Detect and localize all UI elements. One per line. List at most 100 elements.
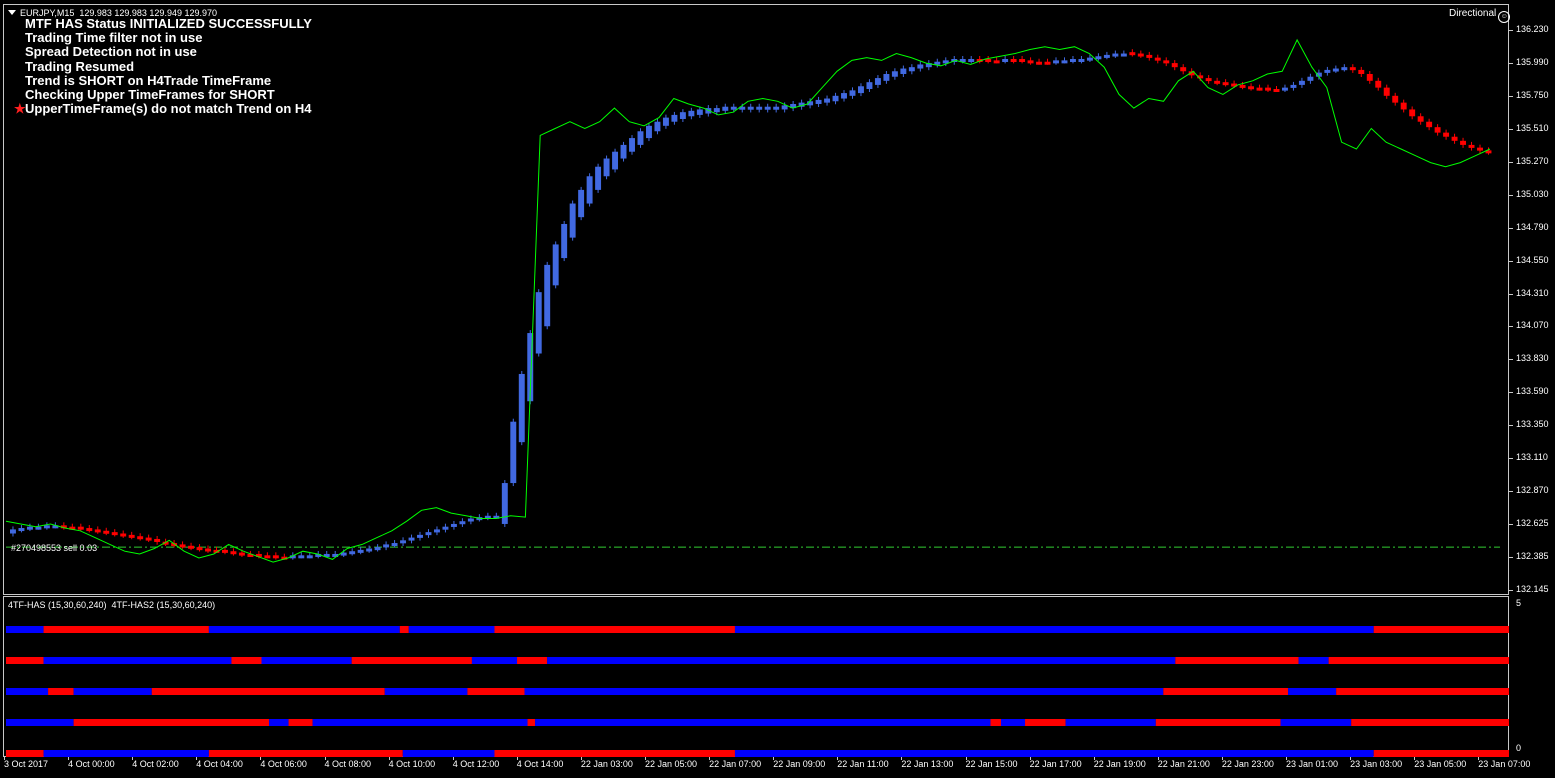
price-tick-label: 134.790 xyxy=(1516,221,1549,232)
trend-strip-segment xyxy=(524,688,1164,695)
heiken-ashi-candle xyxy=(1400,102,1407,110)
heiken-ashi-candle xyxy=(629,138,635,152)
price-tick-label: 135.030 xyxy=(1516,188,1549,199)
heiken-ashi-candle xyxy=(824,98,831,103)
heiken-ashi-candle xyxy=(450,523,457,527)
trend-strip-segment xyxy=(384,688,468,695)
trend-strip-segment xyxy=(1373,626,1509,633)
trend-strip-segment xyxy=(6,719,74,726)
heiken-ashi-candle xyxy=(467,518,474,522)
time-tick-mark xyxy=(196,757,198,760)
status-line-6: Checking Upper TimeFrames for SHORT xyxy=(25,87,275,103)
heiken-ashi-candle xyxy=(1332,68,1339,72)
heiken-ashi-candle xyxy=(646,125,652,139)
heiken-ashi-candle xyxy=(459,521,466,525)
expert-advisor-label[interactable]: Directional ☺ xyxy=(1449,8,1511,23)
heiken-ashi-candle xyxy=(1443,132,1450,137)
heiken-ashi-candle xyxy=(272,555,279,559)
heiken-ashi-candle xyxy=(442,526,449,530)
heiken-ashi-candle xyxy=(35,526,42,530)
trend-strip-segment xyxy=(734,750,1374,757)
heiken-ashi-candle xyxy=(1460,140,1467,145)
order-line-label[interactable]: #270498553 sell 0.03 xyxy=(11,543,97,553)
heiken-ashi-candle xyxy=(832,95,839,102)
time-tick-label: 22 Jan 09:00 xyxy=(773,759,826,769)
trend-strip-segment xyxy=(527,719,536,726)
time-tick-label: 22 Jan 11:00 xyxy=(837,759,889,769)
time-tick-mark xyxy=(1221,757,1223,760)
status-line-2: Trading Time filter not in use xyxy=(25,30,203,46)
time-tick-mark xyxy=(260,757,262,760)
trend-strip-segment xyxy=(1336,688,1509,695)
trend-strip-segment xyxy=(1155,719,1281,726)
price-tick-label: 133.350 xyxy=(1516,419,1549,430)
metatrader-chart-window[interactable]: EURJPY,M15 129.983 129.983 129.949 129.9… xyxy=(0,0,1555,778)
collapse-triangle-icon[interactable] xyxy=(8,10,16,15)
time-tick-label: 4 Oct 12:00 xyxy=(452,759,500,769)
price-tick-label: 135.510 xyxy=(1516,122,1549,133)
heiken-ashi-candle xyxy=(552,244,559,286)
smiley-icon: ☺ xyxy=(1498,11,1511,23)
heiken-ashi-candle xyxy=(1163,60,1170,64)
heiken-ashi-candle xyxy=(815,99,822,104)
time-tick-mark xyxy=(516,757,518,760)
heiken-ashi-candle xyxy=(578,189,585,218)
time-tick-mark xyxy=(1350,757,1352,760)
price-tick-label: 132.145 xyxy=(1516,584,1549,594)
heiken-ashi-candle xyxy=(866,82,873,89)
price-tick-mark xyxy=(1509,95,1513,97)
time-tick-mark xyxy=(645,757,646,760)
heiken-ashi-candle xyxy=(1383,87,1390,96)
heiken-ashi-candle xyxy=(1307,76,1314,81)
heiken-ashi-candle xyxy=(179,544,186,548)
time-tick-mark xyxy=(388,757,390,760)
heiken-ashi-candle xyxy=(264,555,271,559)
heiken-ashi-candle xyxy=(662,117,669,126)
heiken-ashi-candle xyxy=(94,529,101,533)
trend-strip-segment xyxy=(151,688,385,695)
trend-strip-segment xyxy=(269,719,289,726)
heiken-ashi-candle xyxy=(603,158,610,177)
heiken-ashi-candle xyxy=(679,112,686,119)
heiken-ashi-candle xyxy=(620,144,627,159)
status-line-3: Spread Detection not in use xyxy=(25,44,197,60)
heiken-ashi-candle xyxy=(518,373,525,443)
heiken-ashi-candle xyxy=(137,536,144,540)
price-tick-label: 135.270 xyxy=(1516,155,1549,166)
heiken-ashi-candle xyxy=(1282,87,1288,91)
price-tick-mark xyxy=(1509,590,1513,591)
heiken-ashi-candle xyxy=(501,483,508,524)
heiken-ashi-candle xyxy=(1019,58,1026,62)
trend-strip-segment xyxy=(408,626,495,633)
heiken-ashi-candle xyxy=(747,106,754,110)
price-tick-mark xyxy=(1509,30,1513,31)
trend-strip-segment xyxy=(535,719,991,726)
heiken-ashi-candle xyxy=(1298,80,1305,85)
price-tick-mark xyxy=(1509,524,1513,526)
time-tick-mark xyxy=(1286,757,1287,760)
time-tick-mark xyxy=(1478,757,1480,760)
heiken-ashi-candle xyxy=(26,526,33,530)
heiken-ashi-candle xyxy=(408,537,415,541)
trend-strip-segment xyxy=(734,626,1374,633)
time-tick-label: 23 Jan 01:00 xyxy=(1286,759,1339,769)
trend-strip-segment xyxy=(467,688,525,695)
heiken-ashi-candle xyxy=(858,86,864,94)
status-line-5: Trend is SHORT on H4Trade TimeFrame xyxy=(25,72,272,88)
time-tick-mark xyxy=(4,757,5,760)
trend-strip-segment xyxy=(494,626,735,633)
time-tick-label: 22 Jan 05:00 xyxy=(645,759,698,769)
heiken-ashi-candle xyxy=(120,533,127,537)
price-tick-mark xyxy=(1509,293,1513,295)
heiken-ashi-candle xyxy=(544,264,551,327)
time-tick-mark xyxy=(324,757,326,760)
heiken-ashi-candle xyxy=(841,93,847,99)
trend-strip-segment xyxy=(402,750,495,757)
price-tick-mark xyxy=(1509,458,1513,460)
time-tick-mark xyxy=(901,757,903,760)
trend-strip-segment xyxy=(1065,719,1156,726)
price-tick-mark xyxy=(1509,161,1513,163)
warning-star-icon: ★ xyxy=(14,101,26,117)
heiken-ashi-candle xyxy=(1239,84,1246,88)
time-tick-label: 3 Oct 2017 xyxy=(4,759,49,769)
